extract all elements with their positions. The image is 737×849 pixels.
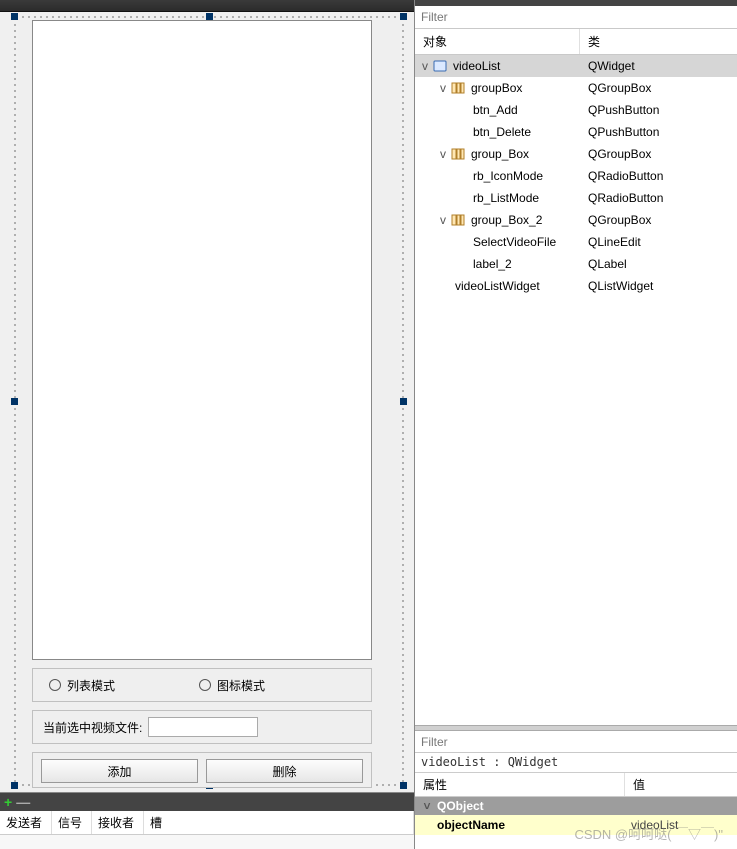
tree-row-btn_Add[interactable]: btn_Add QPushButton (415, 99, 737, 121)
layout-icon (451, 81, 465, 95)
selected-file-label: 当前选中视频文件: (43, 719, 142, 736)
radio-icon (49, 679, 61, 691)
radio-icon-mode[interactable]: 图标模式 (199, 677, 265, 694)
object-class: QPushButton (580, 103, 737, 117)
object-name: SelectVideoFile (473, 235, 556, 249)
tree-row-label_2[interactable]: label_2 QLabel (415, 253, 737, 275)
filter-placeholder: Filter (421, 735, 448, 749)
expand-icon[interactable]: v (437, 213, 449, 227)
object-class: QGroupBox (580, 81, 737, 95)
tree-row-videoList[interactable]: v videoList QWidget (415, 55, 737, 77)
expand-icon[interactable]: v (419, 59, 431, 73)
signals-toolbar: + — (0, 793, 414, 811)
remove-connection-icon[interactable]: — (16, 794, 30, 810)
form-designer[interactable]: 列表模式 图标模式 当前选中视频文件: 添加 删除 (0, 12, 414, 792)
col-slot: 槽 (144, 811, 414, 834)
col-receiver: 接收者 (92, 811, 144, 834)
object-class: QListWidget (580, 279, 737, 293)
selected-file-input[interactable] (148, 717, 258, 737)
object-tree-header: 对象 类 (415, 29, 737, 55)
tree-row-SelectVideoFile[interactable]: SelectVideoFile QLineEdit (415, 231, 737, 253)
object-filter[interactable]: Filter (415, 0, 737, 29)
tree-row-btn_Delete[interactable]: btn_Delete QPushButton (415, 121, 737, 143)
object-name: btn_Add (473, 103, 518, 117)
object-class: QGroupBox (580, 213, 737, 227)
object-class: QRadioButton (580, 169, 737, 183)
layout-icon (451, 147, 465, 161)
object-class: QLabel (580, 257, 737, 271)
property-filter[interactable]: Filter (415, 731, 737, 753)
property-group-label: QObject (437, 799, 484, 813)
property-name: objectName (415, 815, 625, 835)
object-class: QGroupBox (580, 147, 737, 161)
object-name: btn_Delete (473, 125, 531, 139)
tree-row-rb_ListMode[interactable]: rb_ListMode QRadioButton (415, 187, 737, 209)
object-class: QWidget (580, 59, 737, 73)
col-signal: 信号 (52, 811, 92, 834)
widget-icon (433, 59, 447, 73)
object-name: label_2 (473, 257, 512, 271)
property-columns: 属性 值 (415, 773, 737, 797)
view-mode-groupbox: 列表模式 图标模式 (32, 668, 372, 702)
tree-row-rb_IconMode[interactable]: rb_IconMode QRadioButton (415, 165, 737, 187)
property-header: videoList : QWidget (415, 753, 737, 773)
radio-icon-label: 图标模式 (217, 677, 265, 694)
tree-row-group_Box_2[interactable]: v group_Box_2 QGroupBox (415, 209, 737, 231)
tree-row-groupBox[interactable]: v groupBox QGroupBox (415, 77, 737, 99)
property-value: videoList (625, 815, 737, 835)
action-groupbox: 添加 删除 (32, 752, 372, 788)
col-class: 类 (580, 29, 737, 54)
tree-row-videoListWidget[interactable]: videoListWidget QListWidget (415, 275, 737, 297)
add-button[interactable]: 添加 (41, 759, 198, 783)
form-canvas[interactable]: 列表模式 图标模式 当前选中视频文件: 添加 删除 (18, 20, 400, 782)
layout-icon (451, 213, 465, 227)
video-list-widget[interactable] (32, 20, 372, 660)
delete-button[interactable]: 删除 (206, 759, 363, 783)
chevron-down-icon: ˅ (421, 799, 433, 813)
object-class: QLineEdit (580, 235, 737, 249)
col-sender: 发送者 (0, 811, 52, 834)
tree-row-group_Box[interactable]: v group_Box QGroupBox (415, 143, 737, 165)
object-class: QPushButton (580, 125, 737, 139)
object-name: rb_ListMode (473, 191, 539, 205)
expand-icon[interactable]: v (437, 147, 449, 161)
property-group-qobject[interactable]: ˅ QObject (415, 797, 737, 815)
col-attr: 属性 (415, 773, 625, 796)
object-name: videoList (453, 59, 500, 73)
add-connection-icon[interactable]: + (4, 794, 12, 810)
radio-list-mode[interactable]: 列表模式 (49, 677, 115, 694)
selected-file-groupbox: 当前选中视频文件: (32, 710, 372, 744)
design-pane: 列表模式 图标模式 当前选中视频文件: 添加 删除 (0, 0, 414, 849)
radio-icon (199, 679, 211, 691)
expand-icon[interactable]: v (437, 81, 449, 95)
signals-header: 发送者 信号 接收者 槽 (0, 811, 414, 835)
object-name: group_Box_2 (471, 213, 542, 227)
designer-toolbar (0, 0, 414, 12)
col-value: 值 (625, 773, 653, 796)
object-name: rb_IconMode (473, 169, 543, 183)
radio-list-label: 列表模式 (67, 677, 115, 694)
signals-slots-dock: + — 发送者 信号 接收者 槽 (0, 792, 414, 849)
object-tree[interactable]: v videoList QWidget v groupBox QGroupBox btn_A… (415, 55, 737, 725)
col-object: 对象 (415, 29, 580, 54)
object-name: groupBox (471, 81, 522, 95)
property-row-objectname[interactable]: objectName videoList (415, 815, 737, 835)
inspector-pane: Filter 对象 类 v videoList QWidget v groupBox QG… (414, 0, 737, 849)
object-name: group_Box (471, 147, 529, 161)
object-class: QRadioButton (580, 191, 737, 205)
filter-placeholder: Filter (421, 10, 448, 24)
object-name: videoListWidget (455, 279, 540, 293)
